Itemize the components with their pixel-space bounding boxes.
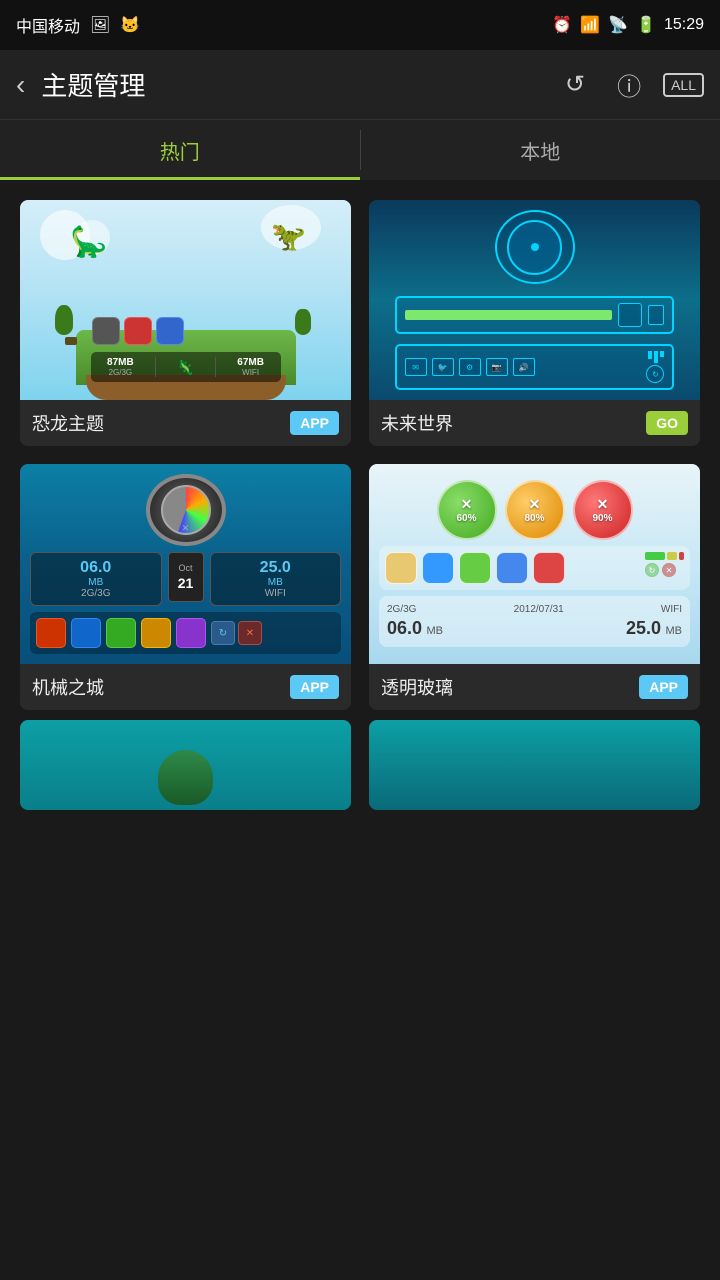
theme-grid: 🦕 🦖 87MB2G/3G 🦎 67MBWIFI 恐龙主题 APP <box>0 180 720 720</box>
alarm-icon: ⏰ <box>552 15 572 35</box>
tab-local[interactable]: 本地 <box>361 120 720 180</box>
theme-badge-dino[interactable]: APP <box>290 411 339 435</box>
theme-name-mech: 机械之城 <box>32 674 104 700</box>
wifi-icon: 📶 <box>580 15 600 35</box>
title-bar: ‹ 主题管理 ↺ ⓘ ALL <box>0 50 720 120</box>
status-bar: 中国移动 🖼 🐱 ⏰ 📶 📡 🔋 15:29 <box>0 0 720 50</box>
chat-icon: 🐱 <box>120 15 140 35</box>
glass-stats: 2G/3G 2012/07/31 WIFI 06.0 MB 25.0 MB <box>379 596 690 647</box>
battery-icon: 🔋 <box>636 15 656 35</box>
theme-image-glass: ✕ 60% ✕ 80% ✕ 90% <box>369 464 700 664</box>
mech-gauge: ✕ <box>146 474 226 546</box>
theme-card-partial-2[interactable] <box>369 720 700 810</box>
tabs: 热门 本地 <box>0 120 720 180</box>
signal-icon: 📡 <box>608 15 628 35</box>
all-button[interactable]: ALL <box>663 73 704 97</box>
theme-image-dino: 🦕 🦖 87MB2G/3G 🦎 67MBWIFI <box>20 200 351 400</box>
theme-footer-dino: 恐龙主题 APP <box>20 400 351 446</box>
theme-card-future[interactable]: ✉ 🐦 ⚙ 📷 🔊 ↻ 未来世界 GO <box>369 200 700 446</box>
theme-image-mech: ✕ 06.0 MB 2G/3G Oct 21 25.0 MB <box>20 464 351 664</box>
theme-name-future: 未来世界 <box>381 410 453 436</box>
theme-name-dino: 恐龙主题 <box>32 410 104 436</box>
page-title: 主题管理 <box>41 66 555 103</box>
theme-card-glass[interactable]: ✕ 60% ✕ 80% ✕ 90% <box>369 464 700 710</box>
refresh-button[interactable]: ↺ <box>555 65 595 105</box>
theme-footer-future: 未来世界 GO <box>369 400 700 446</box>
theme-card-dino[interactable]: 🦕 🦖 87MB2G/3G 🦎 67MBWIFI 恐龙主题 APP <box>20 200 351 446</box>
theme-card-partial-1[interactable] <box>20 720 351 810</box>
theme-footer-mech: 机械之城 APP <box>20 664 351 710</box>
tab-hot[interactable]: 热门 <box>0 120 360 180</box>
theme-grid-bottom <box>0 720 720 830</box>
theme-card-mech[interactable]: ✕ 06.0 MB 2G/3G Oct 21 25.0 MB <box>20 464 351 710</box>
carrier-label: 中国移动 <box>16 13 80 37</box>
theme-badge-future[interactable]: GO <box>646 411 688 435</box>
theme-badge-glass[interactable]: APP <box>639 675 688 699</box>
theme-badge-mech[interactable]: APP <box>290 675 339 699</box>
back-button[interactable]: ‹ <box>16 69 25 101</box>
media-icon: 🖼 <box>90 15 110 35</box>
time-label: 15:29 <box>664 16 704 34</box>
theme-image-future: ✉ 🐦 ⚙ 📷 🔊 ↻ <box>369 200 700 400</box>
info-button[interactable]: ⓘ <box>609 65 649 105</box>
theme-name-glass: 透明玻璃 <box>381 674 453 700</box>
theme-footer-glass: 透明玻璃 APP <box>369 664 700 710</box>
